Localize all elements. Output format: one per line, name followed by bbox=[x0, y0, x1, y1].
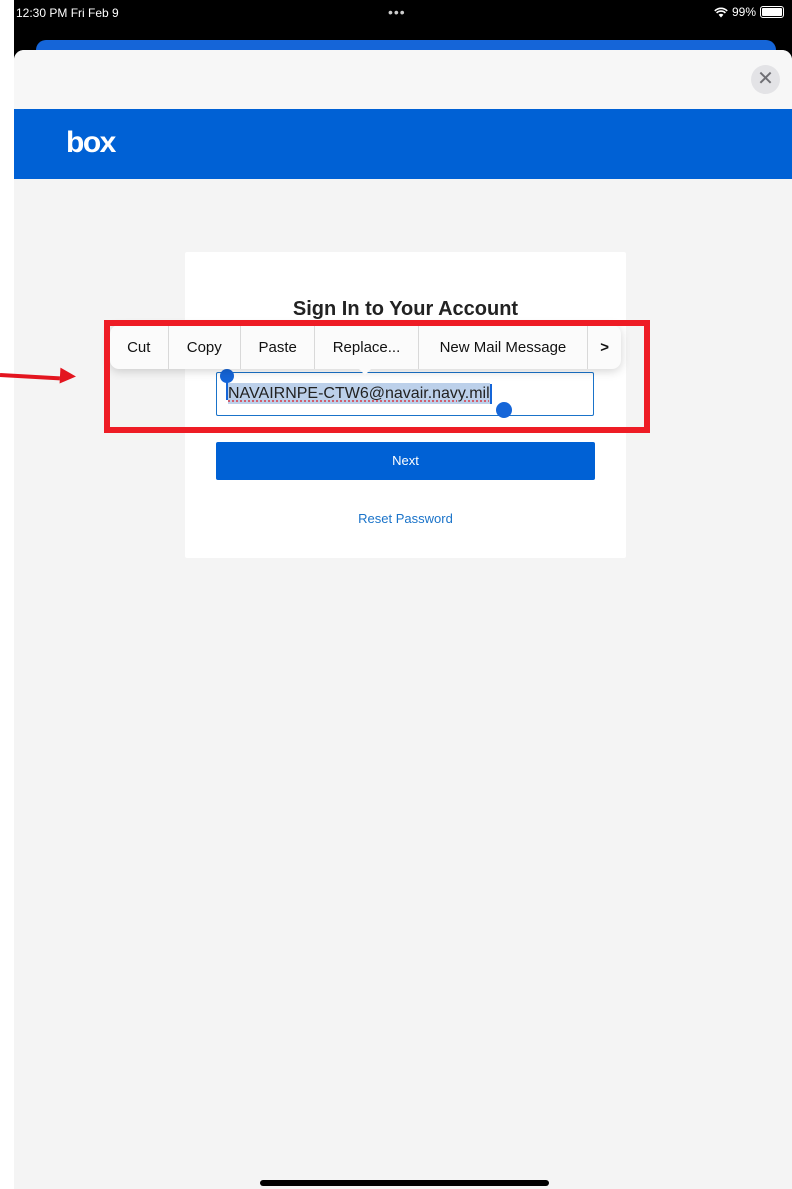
modal-sheet: ✕ box Sign In to Your Account NAVAIRNPE-… bbox=[14, 50, 792, 1189]
status-indicators: 99% bbox=[714, 5, 784, 19]
reset-password-link[interactable]: Reset Password bbox=[185, 511, 626, 526]
ipad-screen: 12:30 PM Fri Feb 9 ••• 99% ✕ box Sign In… bbox=[14, 0, 792, 1189]
box-logo: box bbox=[66, 126, 116, 159]
sheet-toolbar: ✕ bbox=[14, 50, 792, 109]
status-bar: 12:30 PM Fri Feb 9 ••• 99% bbox=[14, 0, 792, 36]
annotation-highlight-box bbox=[104, 320, 650, 433]
page-title: Sign In to Your Account bbox=[292, 298, 519, 320]
battery-icon bbox=[760, 6, 784, 18]
close-button[interactable]: ✕ bbox=[751, 65, 780, 94]
status-time-date: 12:30 PM Fri Feb 9 bbox=[16, 6, 119, 20]
box-header: box bbox=[14, 109, 792, 179]
battery-percent: 99% bbox=[731, 5, 756, 19]
multitask-dots[interactable]: ••• bbox=[388, 4, 406, 20]
wifi-icon bbox=[714, 7, 728, 17]
battery-level bbox=[762, 8, 782, 16]
next-button[interactable]: Next bbox=[216, 442, 595, 480]
close-icon: ✕ bbox=[757, 68, 774, 90]
home-indicator[interactable] bbox=[260, 1180, 549, 1186]
annotation-arrow-head bbox=[59, 367, 77, 385]
